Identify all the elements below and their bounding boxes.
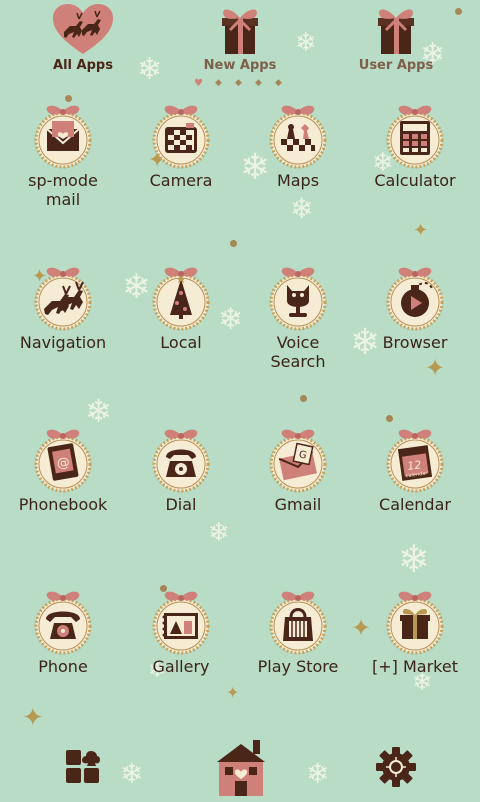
christmas-tree-icon [152,267,210,331]
tab-new-apps[interactable]: New Apps [185,2,295,73]
app-maps[interactable]: Maps [243,103,353,190]
gmail-envelope-icon: G [269,429,327,493]
reindeer-icon [34,267,92,331]
svg-text:@: @ [56,455,71,472]
app-label: Calendar [379,495,451,514]
star-decoration: ✦ [413,220,429,241]
app-label: Local [160,333,202,352]
gallery-stamp-icon [152,591,210,655]
snowflake-decoration: ❄ [137,52,163,87]
app-drawer-icon [66,750,100,783]
app-market[interactable]: [+] Market [360,589,470,676]
app-navigation[interactable]: Navigation [8,265,118,352]
app-label: Gmail [274,495,322,514]
home-house-icon [217,740,265,796]
settings-button[interactable] [375,746,417,792]
star-decoration: ✦ [425,354,446,382]
tab-user-apps[interactable]: User Apps [341,2,451,73]
app-sp-mode-mail[interactable]: sp-mode mail [8,103,118,209]
star-decoration: ✦ [22,703,44,733]
browser-play-icon [386,267,444,331]
app-label: Phonebook [18,495,108,514]
snowflake-decoration: ❄ [295,28,317,58]
camera-icon [152,105,210,169]
app-label: Maps [276,171,320,190]
star-decoration: ✦ [226,683,240,702]
tab-label: User Apps [358,58,434,73]
app-label: Voice Search [270,333,326,371]
app-browser[interactable]: Browser [360,265,470,352]
app-local[interactable]: Local [126,265,236,352]
calendar-icon: 12calendar [386,429,444,493]
snowflake-decoration: ❄ [208,518,230,548]
dot-decoration [386,415,393,422]
app-label: Play Store [257,657,339,676]
tab-all-apps[interactable]: All Apps [28,2,138,73]
app-calendar[interactable]: 12 calendar Calendar [360,427,470,514]
envelope-icon [34,105,92,169]
home-button[interactable] [213,738,269,802]
gift-box-icon [386,591,444,655]
microphone-icon [269,267,327,331]
rotary-phone-icon [152,429,210,493]
app-dial[interactable]: Dial [126,427,236,514]
app-label: Navigation [19,333,107,352]
dot-decoration [455,8,462,15]
tab-label: New Apps [203,58,277,73]
snowflake-decoration: ❄ [85,392,112,430]
gift-icon [378,9,414,54]
dot-decoration [230,240,237,247]
app-gmail[interactable]: G Gmail [243,427,353,514]
app-voice-search[interactable]: Voice Search [243,265,353,371]
phonebook-icon: @ [34,429,92,493]
app-label: [+] Market [372,657,458,676]
chess-map-icon [269,105,327,169]
app-phone[interactable]: Phone [8,589,118,676]
dot-decoration [300,395,307,402]
page-indicator: ♥ ◆ ◆ ◆ ◆ [194,78,282,89]
app-label: Calculator [374,171,456,190]
app-play-store[interactable]: Play Store [243,589,353,676]
tab-label: All Apps [53,58,113,73]
snowflake-decoration: ❄ [398,537,430,581]
snowflake-decoration: ❄ [290,192,314,225]
app-calculator[interactable]: Calculator [360,103,470,190]
app-label: Camera [149,171,213,190]
calculator-icon [386,105,444,169]
app-label: Phone [38,657,88,676]
app-label: Gallery [152,657,210,676]
dot-decoration [65,95,72,102]
app-label: Dial [165,495,197,514]
snowflake-decoration: ❄ [306,757,330,790]
shopping-bag-icon [269,591,327,655]
app-drawer-button[interactable] [64,748,102,790]
app-camera[interactable]: Camera [126,103,236,190]
app-label: sp-mode mail [28,171,98,209]
app-phonebook[interactable]: @ Phonebook [8,427,118,514]
gift-icon [222,9,258,54]
settings-gear-icon [376,747,416,787]
snowflake-decoration: ❄ [120,757,144,790]
telephone-icon [34,591,92,655]
app-label: Browser [382,333,448,352]
app-gallery[interactable]: Gallery [126,589,236,676]
reindeer-heart-icon [53,4,113,54]
